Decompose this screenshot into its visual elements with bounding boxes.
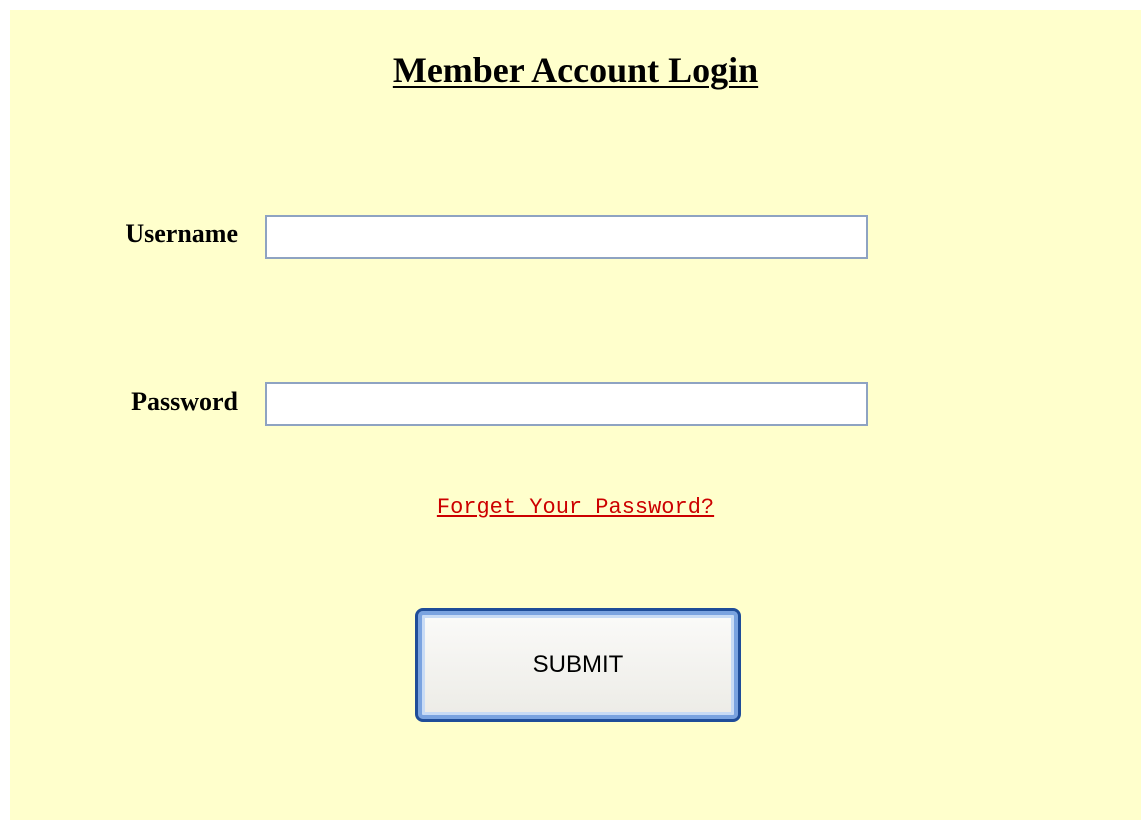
forgot-password-link[interactable]: Forget Your Password?	[10, 494, 1141, 522]
username-input[interactable]	[265, 215, 868, 259]
submit-button[interactable]: SUBMIT	[415, 608, 741, 722]
username-label: Username	[125, 219, 238, 248]
page-title: Member Account Login	[392, 50, 759, 90]
password-label: Password	[131, 387, 238, 416]
login-panel: Member Account Login Username Password F…	[10, 10, 1141, 820]
password-input[interactable]	[265, 382, 868, 426]
